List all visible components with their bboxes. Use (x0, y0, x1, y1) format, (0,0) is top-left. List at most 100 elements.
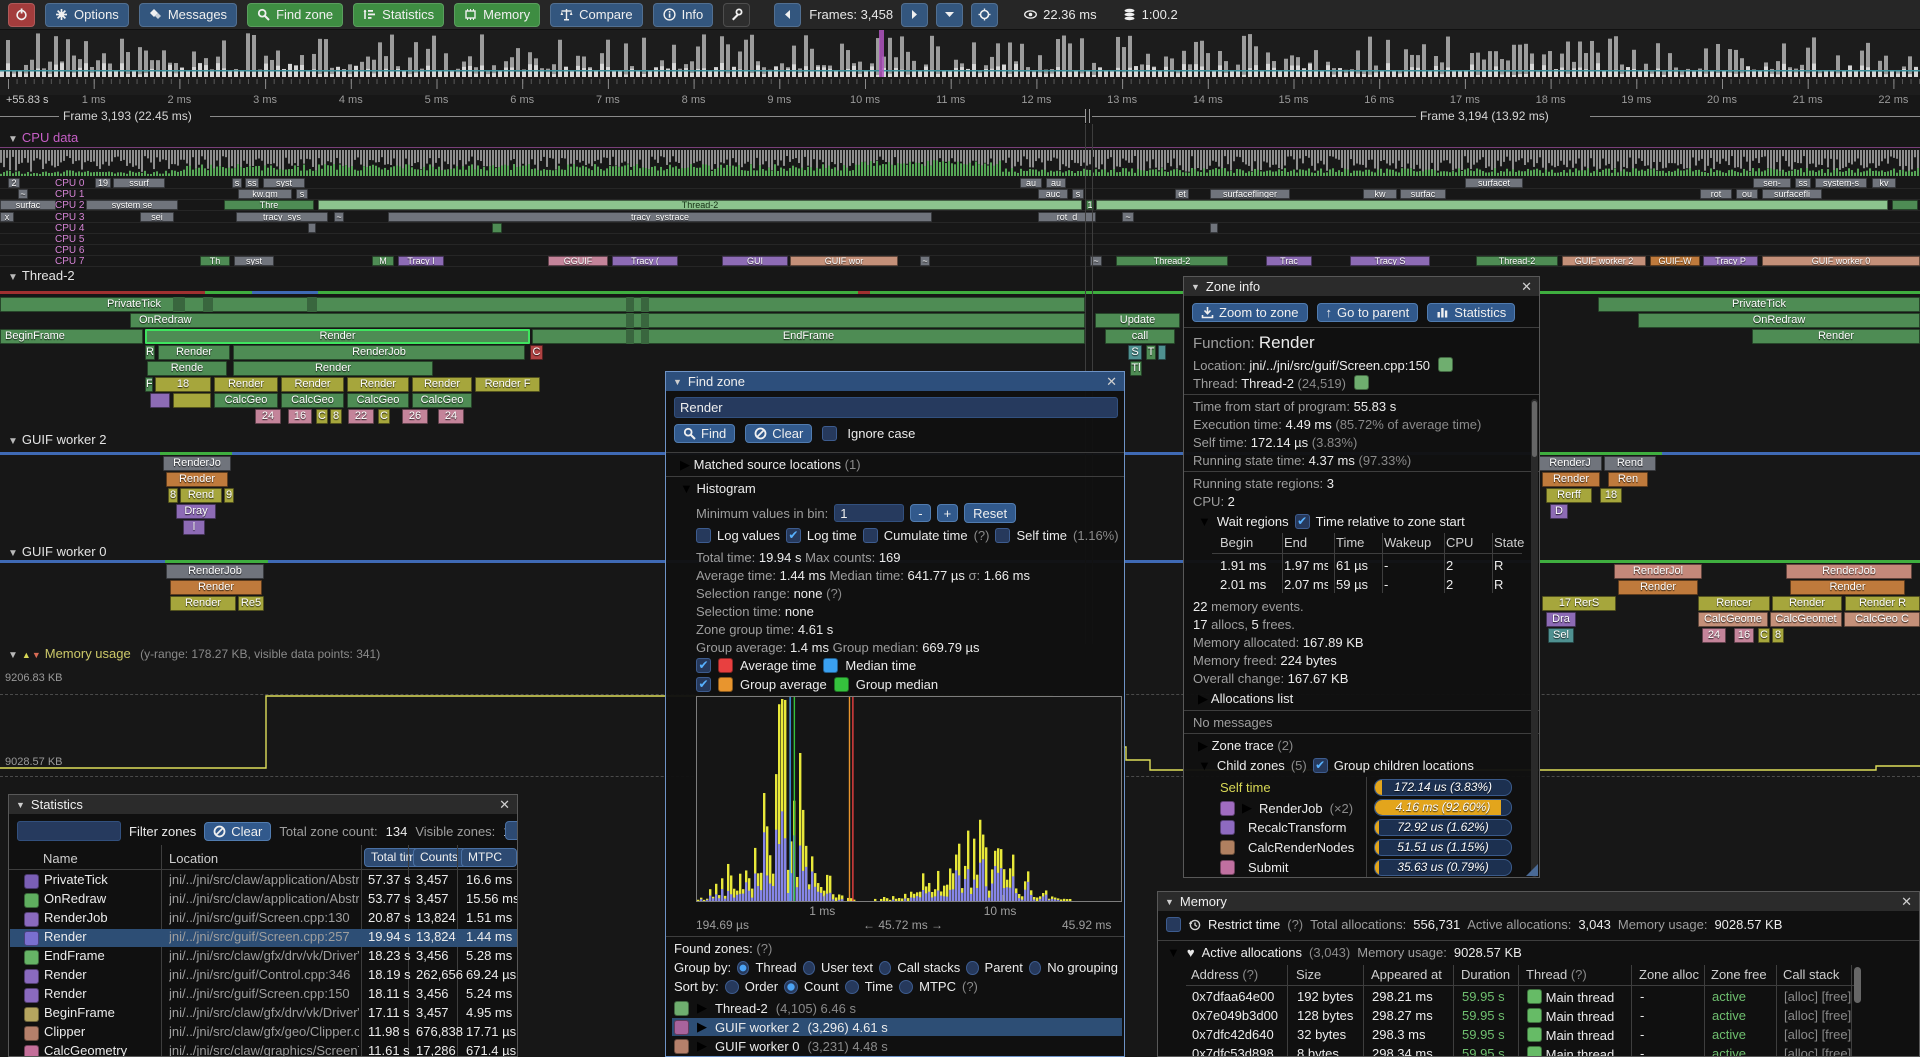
cpu-zone[interactable]: system-s (1815, 178, 1867, 188)
info-button[interactable]: Info (653, 3, 714, 27)
restrict-time-checkbox[interactable] (1166, 917, 1181, 932)
group-by-radio[interactable] (879, 961, 891, 975)
timeline-zone[interactable]: 26 (402, 409, 428, 424)
next-frame-button[interactable] (901, 3, 928, 27)
statistics-row[interactable]: PrivateTickjni/../jni/src/claw/applicati… (10, 872, 518, 890)
timeline-zone[interactable]: Rend (180, 488, 222, 503)
timeline-zone[interactable]: 8 (330, 409, 342, 424)
timeline-zone[interactable]: R (145, 345, 155, 360)
thread-header-guif-worker-0[interactable]: ▼GUIF worker 0 (8, 544, 106, 559)
expand-arrow-icon[interactable]: ▶ (1198, 738, 1212, 753)
timeline-zone[interactable]: S (1128, 345, 1142, 360)
timeline-zone[interactable] (307, 297, 317, 312)
timeline-zone[interactable]: CalcGeomet (1770, 612, 1842, 627)
collapse-arrow-icon[interactable]: ▼ (680, 481, 696, 496)
cpu-zone[interactable]: kw (1363, 189, 1397, 199)
clear-button[interactable]: Clear (745, 424, 812, 443)
sort-by-radio[interactable] (725, 980, 739, 994)
go-to-parent-button[interactable]: ↑Go to parent (1317, 303, 1419, 322)
cpu-zone[interactable]: Tracy ( (612, 256, 678, 266)
timeline-zone[interactable]: Dra (1546, 612, 1576, 627)
decrement-button[interactable]: - (910, 504, 930, 522)
timeline-zone[interactable]: Render F (475, 377, 540, 392)
cpu-zone[interactable]: syst (234, 256, 274, 266)
cpu-zone[interactable]: ss (1795, 178, 1811, 188)
timeline-zone[interactable]: RenderJ (1538, 456, 1602, 471)
cpu-data-header[interactable]: ▼CPU data (8, 130, 78, 145)
expand-arrow-icon[interactable]: ▶ (697, 1019, 707, 1035)
memory-table-scroll-thumb[interactable] (1854, 967, 1861, 1003)
timeline-zone[interactable] (626, 313, 634, 328)
timeline-zone[interactable]: CalcGeo (281, 393, 344, 408)
cpu-zone[interactable]: Trac (1266, 256, 1312, 266)
cumulate-checkbox[interactable] (863, 528, 878, 543)
statistics-row[interactable]: BeginFramejni/../jni/src/claw/gfx/drv/vk… (10, 1005, 518, 1023)
timeline-zone[interactable]: Render (158, 345, 230, 360)
timeline-zone[interactable]: Render (233, 361, 433, 376)
cpu-zone[interactable]: GUI (722, 256, 788, 266)
total-time-sort-button[interactable]: Total tim (364, 848, 420, 867)
collapse-arrow-icon[interactable]: ▼ (1167, 945, 1180, 960)
expand-arrow-icon[interactable]: ▶ (697, 1038, 707, 1054)
cpu-zone[interactable]: ~ (334, 212, 344, 222)
resize-handle[interactable] (1526, 864, 1538, 876)
timeline-zone[interactable] (173, 297, 185, 312)
memory-row[interactable]: 0x7dfc42d64032 bytes298.3 ms59.95 s Main… (1159, 1027, 1859, 1045)
timeline-zone[interactable]: Render (170, 596, 236, 611)
timeline-zone[interactable]: CalcGeo C (1844, 612, 1920, 627)
statistics-row[interactable]: Renderjni/../jni/src/guif/Screen.cpp:257… (10, 929, 518, 947)
timeline-zone[interactable] (173, 393, 211, 408)
cpu-zone[interactable]: au (1020, 178, 1042, 188)
timeline-zone[interactable]: CalcGeo (347, 393, 409, 408)
cpu-zone[interactable]: surfaceflinger (1210, 189, 1290, 199)
timeline-zone[interactable]: CalcGeo (214, 393, 278, 408)
zone-group-row[interactable]: ▶Thread-2(4,105) 6.46 s (672, 999, 1122, 1017)
find-zone-histogram[interactable] (696, 696, 1122, 902)
cpu-zone[interactable]: s (232, 178, 242, 188)
cpu-zone[interactable]: surfac (1400, 189, 1446, 199)
timeline-zone[interactable]: Render (170, 580, 262, 595)
child-zone-row[interactable]: RecalcTransform (1220, 820, 1346, 835)
timeline-zone[interactable]: 9 (224, 488, 234, 503)
timeline-zone[interactable]: RenderJo (163, 456, 231, 471)
child-zone-row[interactable]: ▶RenderJob(×2) (1220, 800, 1353, 816)
cpu-zone[interactable]: Thread-2 (1476, 256, 1558, 266)
cpu-zone[interactable]: surfacefli (1762, 189, 1822, 199)
statistics-row[interactable]: Renderjni/../jni/src/guif/Control.cpp:34… (10, 967, 518, 985)
memory-button[interactable]: Memory (454, 3, 540, 27)
timeline-zone[interactable]: Rende (147, 361, 227, 376)
cpu-zone[interactable]: et (1175, 189, 1189, 199)
statistics-row[interactable]: OnRedrawjni/../jni/src/claw/application/… (10, 891, 518, 909)
find-zone-button[interactable]: Find zone (247, 3, 343, 27)
memory-row[interactable]: 0x7dfc53d8988 bytes298.34 ms59.95 s Main… (1159, 1046, 1859, 1057)
reset-button[interactable]: Reset (964, 503, 1016, 523)
cpu-zone[interactable]: s (1072, 189, 1084, 199)
cpu-zone[interactable]: ssurf (113, 178, 165, 188)
cpu-zone[interactable]: 2 (8, 178, 20, 188)
timeline-zone[interactable]: D (1550, 504, 1568, 519)
timeline-zone[interactable]: PrivateTick (0, 297, 1085, 312)
timeline-zone[interactable]: CalcGeo (412, 393, 472, 408)
timeline-zone[interactable]: Render (1772, 596, 1842, 611)
memory-row[interactable]: 0x7dfaa64e00192 bytes298.21 ms59.95 s Ma… (1159, 989, 1859, 1007)
timeline-zone[interactable]: OnRedraw (130, 313, 1085, 328)
timeline-zone[interactable]: CalcGeome (1698, 612, 1768, 627)
cpu-zone[interactable]: syst (263, 178, 305, 188)
statistics-row[interactable]: RenderJobjni/../jni/src/guif/Screen.cpp:… (10, 910, 518, 928)
cpu-zone[interactable]: tracy_sys (236, 212, 328, 222)
cpu-zone[interactable]: Thre (224, 200, 314, 210)
child-zone-row[interactable]: Self time (1220, 780, 1271, 795)
compare-button[interactable]: Compare (550, 3, 642, 27)
timeline-zone[interactable]: 22 (348, 409, 374, 424)
expand-arrow-icon[interactable]: ▶ (1198, 691, 1211, 706)
timeline-zone[interactable]: C (316, 409, 328, 424)
timeline-zone[interactable] (641, 329, 649, 344)
timeline-zone[interactable]: Dray (176, 504, 216, 519)
thread-header-guif-worker-2[interactable]: ▼GUIF worker 2 (8, 432, 106, 447)
timeline-zone[interactable] (626, 297, 634, 312)
timeline-zone[interactable]: Rend (1604, 456, 1656, 471)
zone-info-scroll-thumb[interactable] (1532, 401, 1537, 457)
cpu-zone[interactable]: ~ (920, 256, 930, 266)
timeline-zone[interactable]: 24 (255, 409, 281, 424)
timeline-zone[interactable]: Render (166, 472, 228, 487)
